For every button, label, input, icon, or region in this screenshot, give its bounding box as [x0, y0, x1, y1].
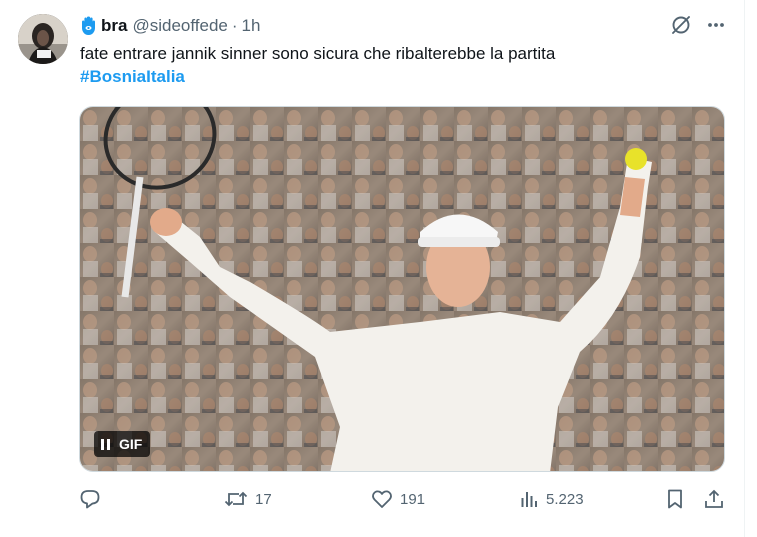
bookmark-icon — [665, 488, 685, 510]
separator-dot: · — [231, 16, 238, 35]
share-icon — [703, 488, 725, 510]
pause-icon[interactable] — [101, 438, 110, 450]
gif-frame — [80, 107, 724, 471]
views-button[interactable]: 5.223 — [519, 485, 584, 513]
views-count: 5.223 — [546, 490, 584, 508]
reply-button[interactable] — [79, 485, 108, 513]
hamsa-icon — [80, 16, 97, 36]
like-count: 191 — [400, 490, 426, 508]
gif-badge[interactable]: GIF — [94, 431, 151, 457]
bookmark-button[interactable] — [665, 485, 685, 513]
hashtag-link[interactable]: #BosniaItalia — [80, 65, 720, 88]
tweet[interactable]: bra @sideoffede · 1h fate entrare jannik… — [0, 0, 745, 537]
tweet-gif[interactable]: GIF — [79, 106, 725, 472]
more-icon[interactable] — [706, 15, 726, 40]
display-name[interactable]: bra — [101, 16, 127, 36]
like-icon — [371, 488, 393, 510]
views-icon — [519, 489, 539, 509]
gif-label: GIF — [119, 436, 143, 452]
grok-icon[interactable] — [670, 14, 692, 41]
retweet-button[interactable]: 17 — [224, 485, 272, 513]
like-button[interactable]: 191 — [371, 485, 425, 513]
tweet-header: bra @sideoffede · 1h — [80, 14, 260, 38]
retweet-count: 17 — [255, 490, 272, 508]
avatar-image — [18, 14, 68, 64]
reply-icon — [79, 488, 101, 510]
tweet-text: fate entrare jannik sinner sono sicura c… — [80, 42, 720, 88]
tweet-body: fate entrare jannik sinner sono sicura c… — [80, 44, 556, 63]
tweet-top-actions — [670, 14, 726, 41]
action-bar: 17 191 5.223 — [79, 485, 725, 513]
avatar[interactable] — [18, 14, 68, 64]
share-button[interactable] — [703, 485, 725, 513]
timestamp[interactable]: 1h — [242, 16, 261, 36]
retweet-icon — [224, 488, 248, 510]
user-handle[interactable]: @sideoffede — [132, 16, 227, 36]
